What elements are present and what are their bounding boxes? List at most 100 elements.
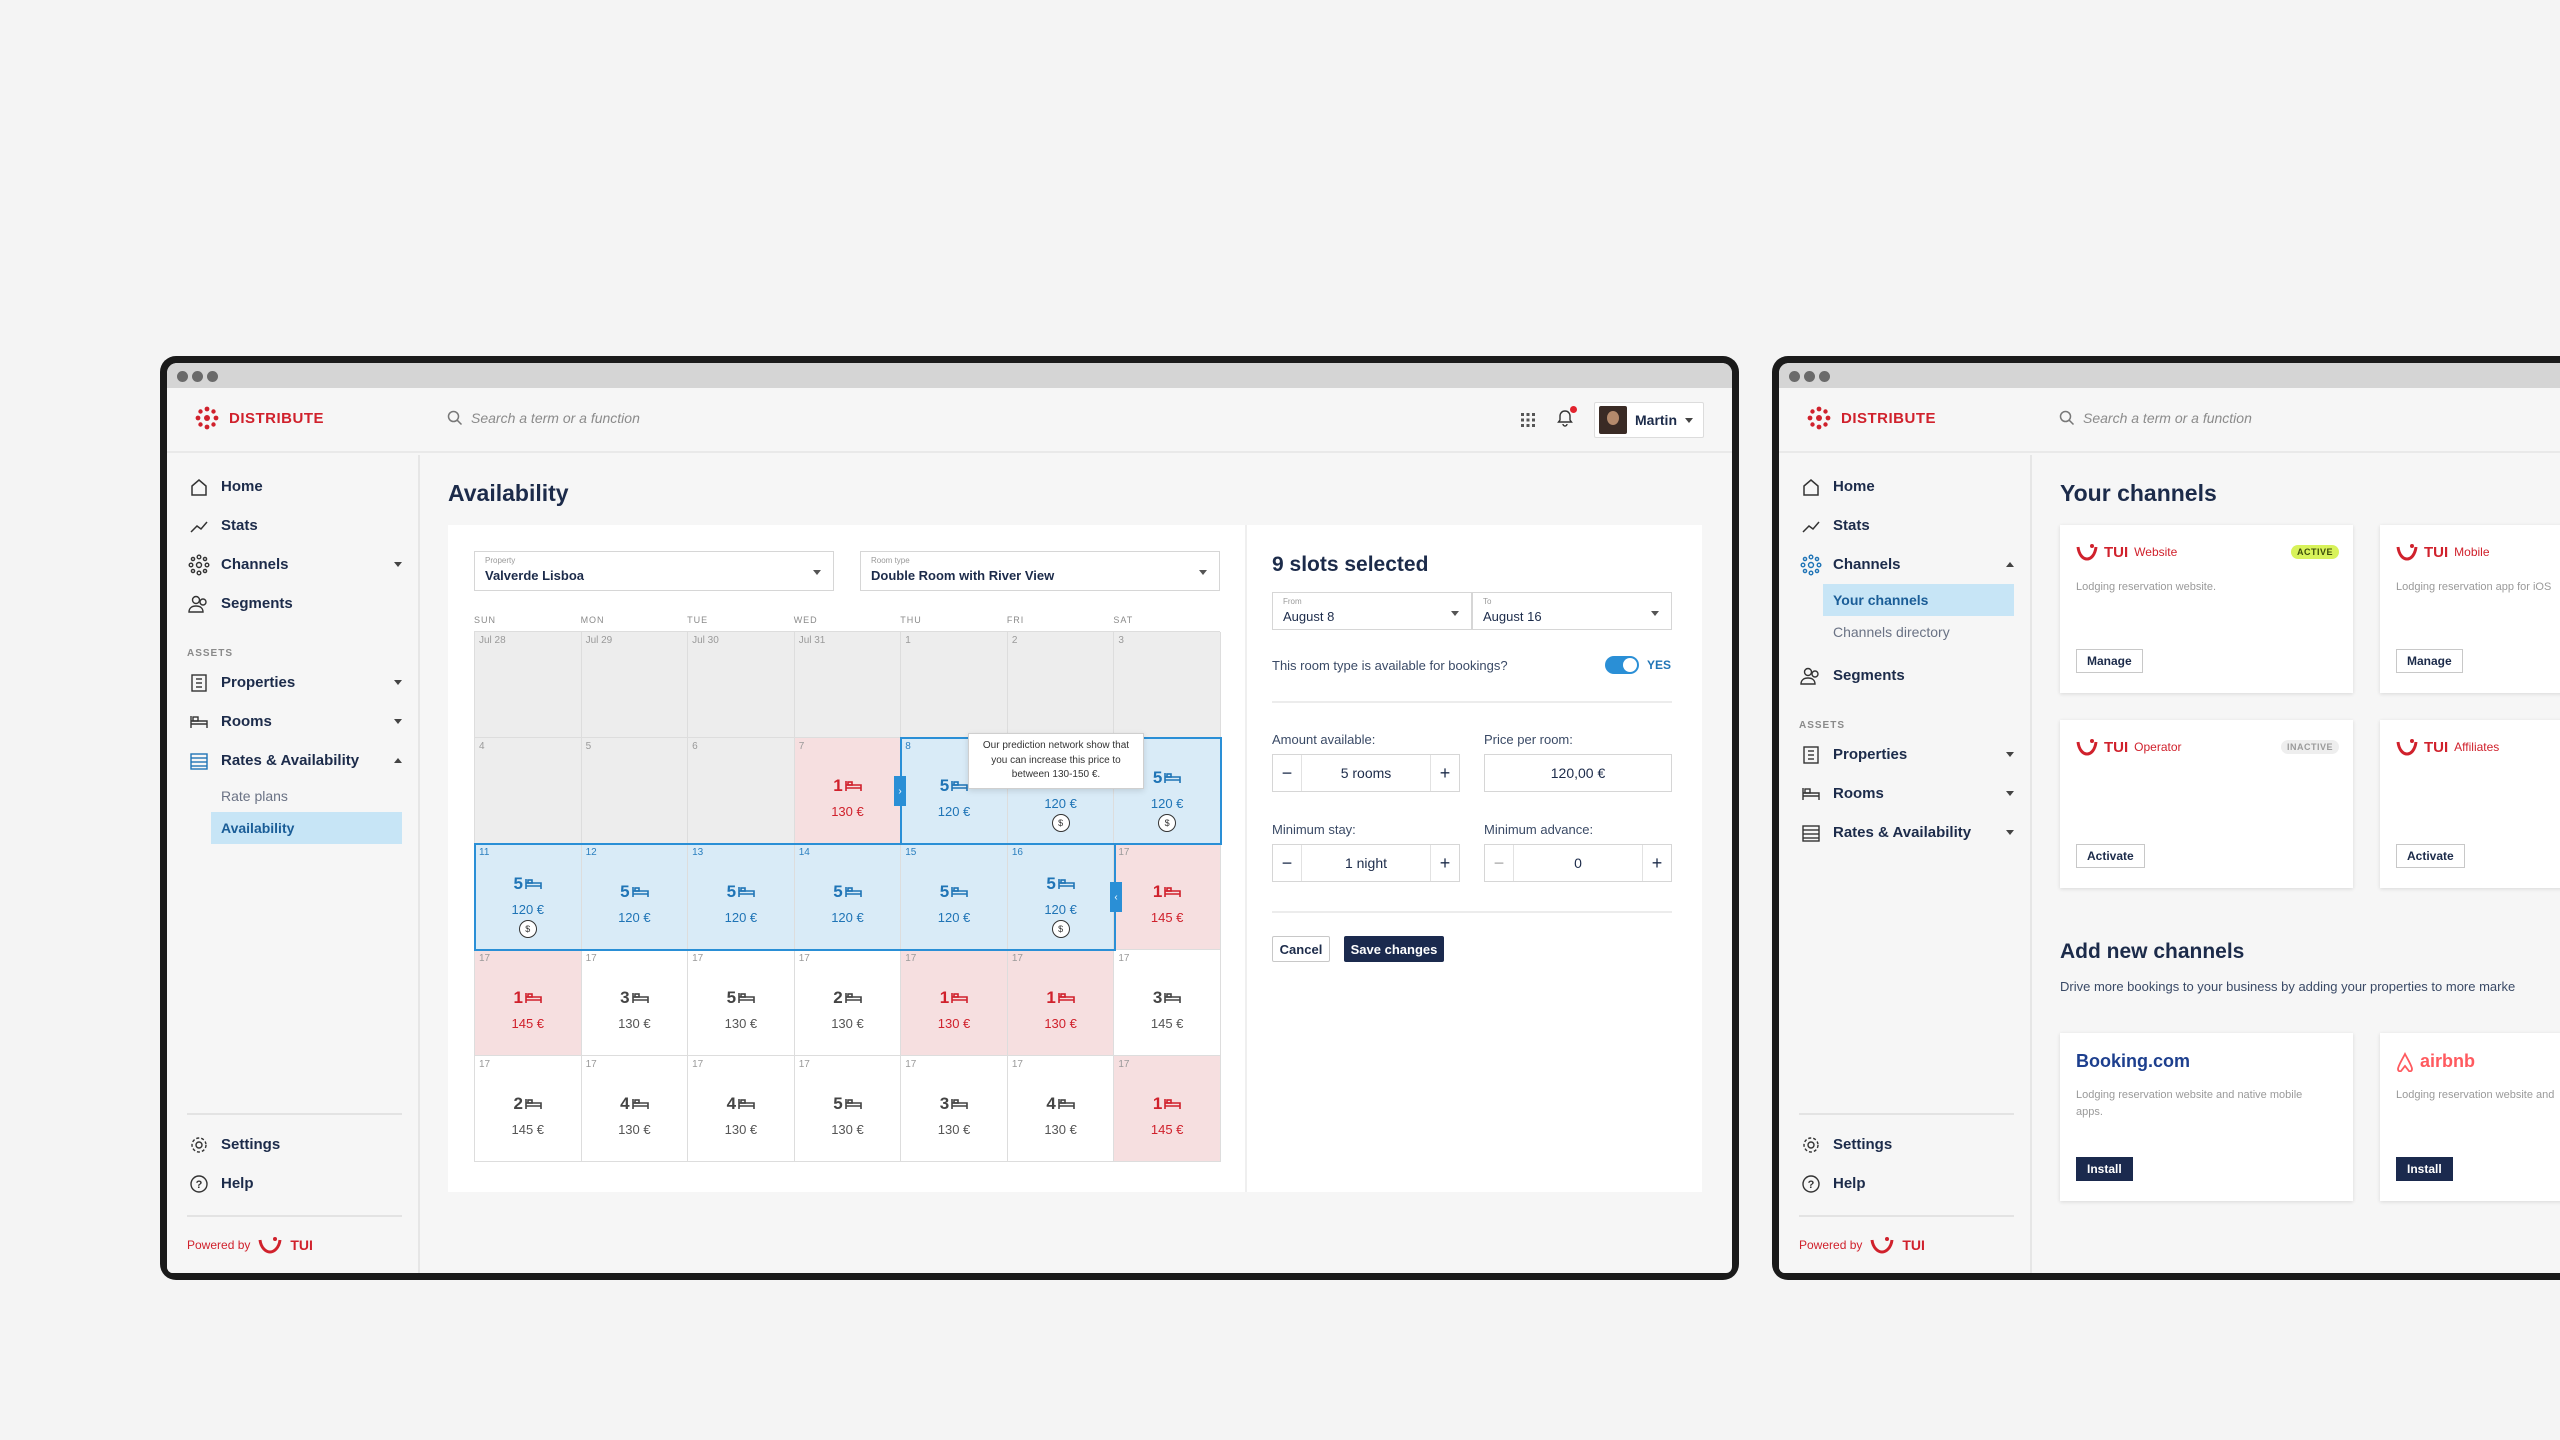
- sidebar-item-settings[interactable]: Settings: [1799, 1125, 2014, 1164]
- sidebar-subitem-rate-plans[interactable]: Rate plans: [211, 780, 402, 812]
- sidebar-item-home[interactable]: Home: [1799, 467, 2014, 506]
- calendar-day-cell[interactable]: 1: [901, 632, 1008, 738]
- availability-toggle[interactable]: [1605, 656, 1639, 674]
- sidebar-item-home[interactable]: Home: [187, 467, 402, 506]
- search-bar[interactable]: Search a term or a function: [2059, 410, 2252, 426]
- calendar-day-cell[interactable]: 5: [581, 738, 689, 844]
- sidebar-subitem-your-channels[interactable]: Your channels: [1823, 584, 2014, 616]
- decrement-button[interactable]: −: [1273, 755, 1301, 791]
- calendar-day-cell[interactable]: 17 1 130 €: [901, 950, 1008, 1056]
- calendar-day-cell[interactable]: 17 3 145 €: [1114, 950, 1221, 1056]
- min-advance-stepper[interactable]: − 0 +: [1484, 844, 1672, 882]
- install-button[interactable]: Install: [2076, 1157, 2133, 1181]
- search-bar[interactable]: Search a term or a function: [447, 410, 640, 426]
- sidebar-item-properties[interactable]: Properties: [187, 663, 402, 702]
- selection-end-handle[interactable]: ‹: [1110, 882, 1122, 912]
- calendar-day-cell[interactable]: 6: [688, 738, 795, 844]
- channel-action-button[interactable]: Activate: [2396, 844, 2465, 868]
- increment-button[interactable]: +: [1643, 845, 1671, 881]
- price-suggestion-icon[interactable]: $: [1051, 814, 1070, 832]
- calendar-day-cell[interactable]: 2: [1007, 632, 1115, 738]
- amount-value[interactable]: 5 rooms: [1301, 755, 1431, 791]
- price-input[interactable]: 120,00 €: [1484, 754, 1672, 792]
- install-button[interactable]: Install: [2396, 1157, 2453, 1181]
- room-type-select[interactable]: Room type Double Room with River View: [860, 551, 1220, 591]
- calendar-day-cell[interactable]: 17 4 130 €: [1007, 1056, 1115, 1162]
- sidebar-item-properties[interactable]: Properties: [1799, 735, 2014, 774]
- price-suggestion-icon[interactable]: $: [1051, 920, 1070, 938]
- sidebar-subitem-channels-directory[interactable]: Channels directory: [1823, 616, 2014, 648]
- sidebar-item-stats[interactable]: Stats: [1799, 506, 2014, 545]
- sidebar-item-rooms[interactable]: Rooms: [187, 702, 402, 741]
- notifications-button[interactable]: [1556, 405, 1577, 432]
- min-stay-value[interactable]: 1 night: [1301, 845, 1431, 881]
- selection-start-handle[interactable]: ›: [894, 776, 906, 806]
- calendar-day-cell[interactable]: 13 5 120 €: [688, 844, 795, 950]
- min-stay-stepper[interactable]: − 1 night +: [1272, 844, 1460, 882]
- sidebar-item-stats[interactable]: Stats: [187, 506, 402, 545]
- decrement-button[interactable]: −: [1273, 845, 1301, 881]
- sidebar-item-settings[interactable]: Settings: [187, 1125, 402, 1164]
- sidebar-item-channels[interactable]: Channels: [1799, 545, 2014, 584]
- bed-icon: [738, 993, 755, 1003]
- booking-logo: Booking.com: [2076, 1051, 2191, 1071]
- channel-action-button[interactable]: Manage: [2396, 649, 2463, 673]
- to-date-select[interactable]: To August 16: [1472, 592, 1672, 630]
- user-menu-button[interactable]: Martin: [1594, 402, 1704, 438]
- from-date-select[interactable]: From August 8: [1272, 592, 1472, 630]
- calendar-day-cell[interactable]: 17 5 130 €: [794, 1056, 902, 1162]
- calendar-day-cell[interactable]: 3: [1114, 632, 1221, 738]
- calendar-day-cell[interactable]: 12 5 120 €: [581, 844, 689, 950]
- calendar-day-cell[interactable]: 17 4 130 €: [688, 1056, 795, 1162]
- calendar-day-cell[interactable]: 17 5 130 €: [688, 950, 795, 1056]
- room-price: 145 €: [1150, 910, 1184, 925]
- sidebar-item-rates[interactable]: Rates & Availability: [1799, 813, 2014, 852]
- search-placeholder[interactable]: Search a term or a function: [471, 410, 640, 426]
- save-changes-button[interactable]: Save changes: [1344, 936, 1444, 962]
- price-suggestion-icon[interactable]: $: [518, 920, 537, 938]
- sidebar-item-help[interactable]: ? Help: [1799, 1164, 2014, 1203]
- sidebar-item-segments[interactable]: Segments: [187, 584, 402, 623]
- calendar-day-cell[interactable]: 15 5 120 €: [901, 844, 1008, 950]
- calendar-day-cell[interactable]: 4: [475, 738, 582, 844]
- search-placeholder[interactable]: Search a term or a function: [2083, 410, 2252, 426]
- calendar-day-cell[interactable]: 7 1 130 €: [794, 738, 902, 844]
- calendar-day-cell[interactable]: Jul 29: [581, 632, 689, 738]
- calendar-day-cell[interactable]: 17 1 145 €: [475, 950, 582, 1056]
- logo[interactable]: DISTRIBUTE: [195, 406, 324, 430]
- calendar-day-cell[interactable]: 17 3 130 €: [901, 1056, 1008, 1162]
- channel-action-button[interactable]: Activate: [2076, 844, 2145, 868]
- property-select[interactable]: Property Valverde Lisboa: [474, 551, 834, 591]
- calendar-day-cell[interactable]: 17 2 145 €: [475, 1056, 582, 1162]
- cancel-button[interactable]: Cancel: [1272, 936, 1330, 962]
- increment-button[interactable]: +: [1431, 755, 1459, 791]
- calendar-day-cell[interactable]: Jul 28: [475, 632, 582, 738]
- logo[interactable]: DISTRIBUTE: [1807, 406, 1936, 430]
- amount-stepper[interactable]: − 5 rooms +: [1272, 754, 1460, 792]
- calendar-day-cell[interactable]: 16 5 120 € $: [1007, 844, 1115, 950]
- calendar-day-cell[interactable]: 17 2 130 €: [794, 950, 902, 1056]
- channel-action-button[interactable]: Manage: [2076, 649, 2143, 673]
- sidebar-item-segments[interactable]: Segments: [1799, 656, 2014, 695]
- calendar-day-cell[interactable]: 17 1 145 €: [1114, 844, 1221, 950]
- sidebar-item-rates[interactable]: Rates & Availability: [187, 741, 402, 780]
- sidebar-subitem-availability[interactable]: Availability: [211, 812, 402, 844]
- sidebar-item-help[interactable]: ? Help: [187, 1164, 402, 1203]
- price-suggestion-icon[interactable]: $: [1158, 814, 1177, 832]
- decrement-button[interactable]: −: [1485, 845, 1513, 881]
- calendar-day-cell[interactable]: 11 5 120 € $: [475, 844, 582, 950]
- calendar-day-cell[interactable]: Jul 31: [794, 632, 902, 738]
- calendar-day-cell[interactable]: 17 4 130 €: [581, 1056, 689, 1162]
- sidebar-item-channels[interactable]: Channels: [187, 545, 402, 584]
- increment-button[interactable]: +: [1431, 845, 1459, 881]
- calendar-day-cell[interactable]: Jul 30: [688, 632, 795, 738]
- sidebar-item-rooms[interactable]: Rooms: [1799, 774, 2014, 813]
- min-advance-value[interactable]: 0: [1513, 845, 1643, 881]
- calendar-day-cell[interactable]: 17 1 145 €: [1114, 1056, 1221, 1162]
- calendar-day-cell[interactable]: 14 5 120 €: [794, 844, 902, 950]
- calendar-day-cell[interactable]: 17 3 130 €: [581, 950, 689, 1056]
- day-number: 17: [1011, 953, 1023, 964]
- airbnb-logo-icon: [2397, 1051, 2413, 1072]
- calendar-day-cell[interactable]: 17 1 130 €: [1007, 950, 1115, 1056]
- apps-grid-icon[interactable]: [1520, 412, 1536, 428]
